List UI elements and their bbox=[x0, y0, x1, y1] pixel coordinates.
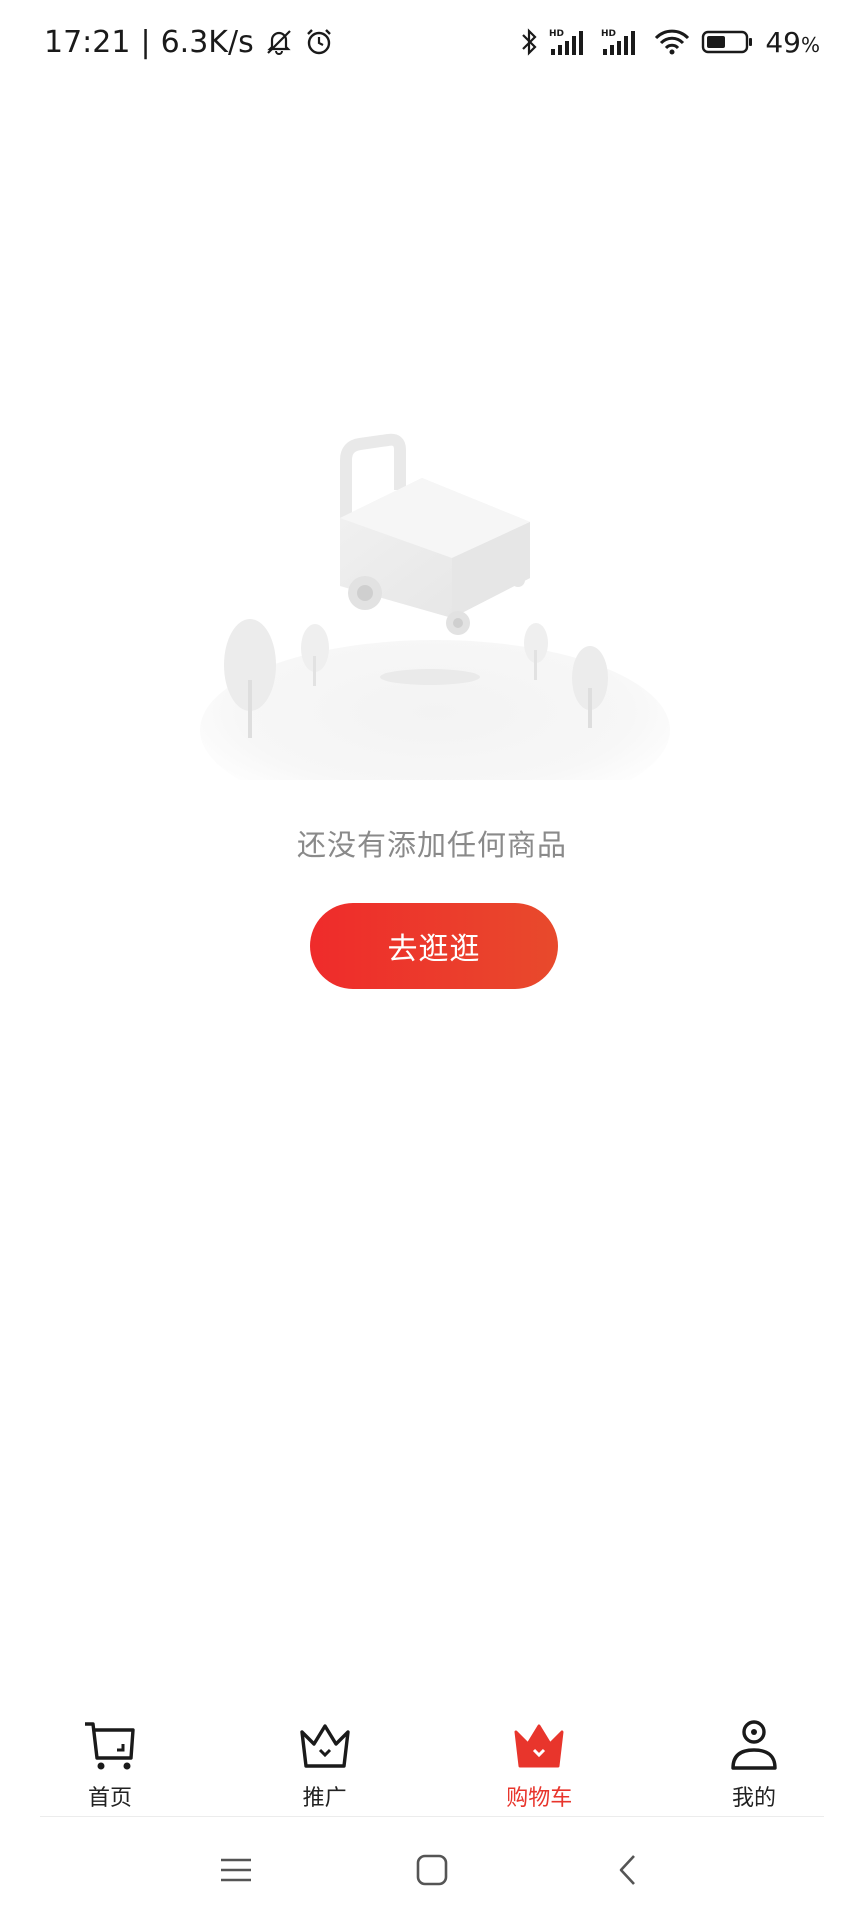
clock: 17:21 bbox=[44, 24, 131, 60]
back-chevron-icon[interactable] bbox=[606, 1848, 650, 1892]
tab-cart[interactable]: 购物车 bbox=[469, 1700, 609, 1816]
battery-icon bbox=[701, 27, 755, 57]
tab-cart-label: 购物车 bbox=[506, 1786, 573, 1811]
battery-percentage: 49% bbox=[765, 25, 820, 59]
empty-cart-message: 还没有添加任何商品 bbox=[296, 828, 567, 862]
network-speed: 6.3K/s bbox=[160, 24, 254, 60]
person-icon bbox=[724, 1716, 784, 1774]
bottom-tab-bar: 首页 推广 购物车 我的 bbox=[40, 1700, 824, 1817]
crown-filled-icon bbox=[509, 1716, 569, 1774]
system-navigation-bar bbox=[0, 1818, 864, 1920]
tab-promote-label: 推广 bbox=[302, 1786, 347, 1811]
bluetooth-icon bbox=[519, 27, 539, 57]
cart-outline-icon bbox=[80, 1716, 140, 1774]
home-square-icon[interactable] bbox=[410, 1848, 454, 1892]
alarm-icon bbox=[304, 27, 334, 57]
menu-icon[interactable] bbox=[214, 1848, 258, 1892]
wifi-icon bbox=[653, 27, 691, 57]
crown-outline-icon bbox=[295, 1716, 355, 1774]
tab-promote[interactable]: 推广 bbox=[255, 1700, 395, 1816]
empty-cart-illustration bbox=[200, 430, 670, 820]
status-left: 17:21 | 6.3K/s bbox=[44, 22, 334, 62]
svg-text:HD: HD bbox=[549, 29, 564, 39]
status-right: HD HD 49% bbox=[519, 22, 820, 62]
go-shopping-button[interactable]: 去逛逛 bbox=[310, 903, 558, 989]
status-bar: 17:21 | 6.3K/s HD HD 49% bbox=[0, 0, 864, 84]
signal-hd-icon: HD bbox=[549, 27, 591, 57]
tab-mine[interactable]: 我的 bbox=[684, 1700, 824, 1816]
signal-hd-icon-2: HD bbox=[601, 27, 643, 57]
mute-bell-icon bbox=[264, 27, 294, 57]
tab-mine-label: 我的 bbox=[731, 1786, 776, 1811]
tab-home[interactable]: 首页 bbox=[40, 1700, 180, 1816]
svg-text:HD: HD bbox=[601, 29, 616, 39]
status-separator: | bbox=[140, 24, 151, 60]
tab-home-label: 首页 bbox=[87, 1786, 132, 1811]
